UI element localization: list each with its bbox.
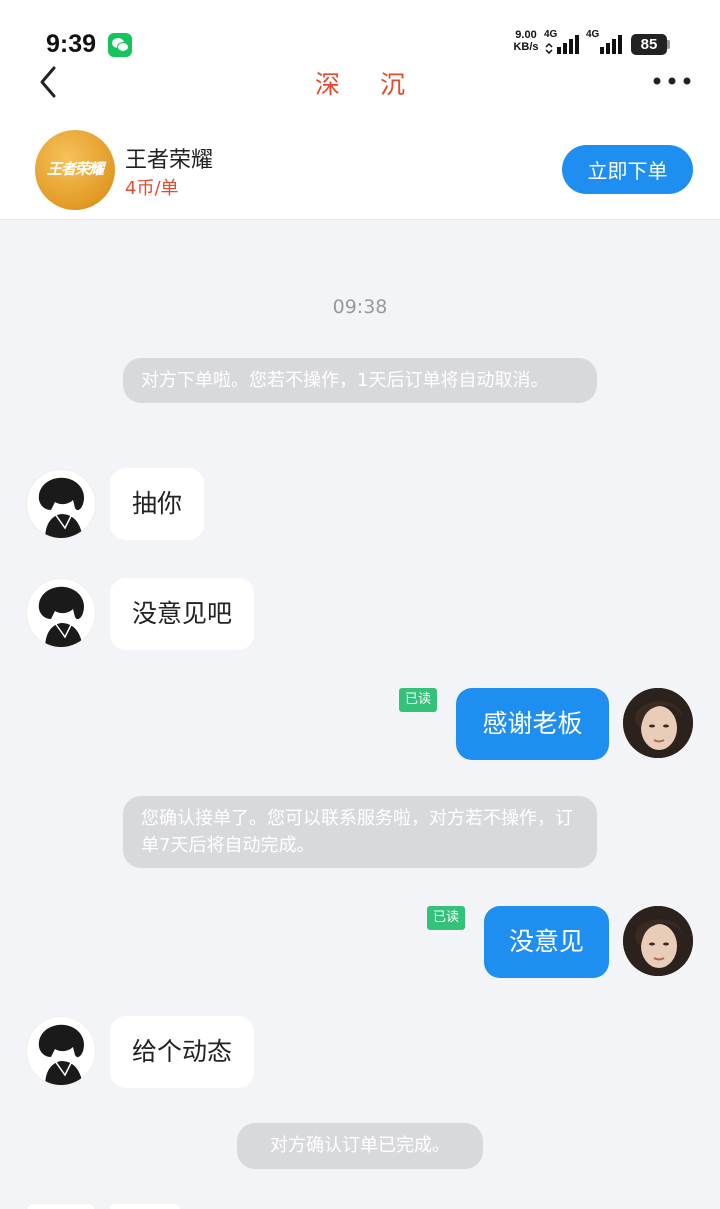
- avatar-other[interactable]: [26, 1016, 96, 1086]
- status-time: 9:39: [46, 30, 97, 58]
- network-speed-unit: KB/s: [513, 41, 539, 53]
- message-bubble-other[interactable]: 抽你: [110, 468, 205, 540]
- game-logo-text: 王者荣耀: [46, 160, 104, 178]
- avatar-self[interactable]: [623, 906, 693, 976]
- system-message-order-completed: 对方确认订单已完成。: [237, 1123, 483, 1169]
- avatar-other[interactable]: [26, 578, 96, 648]
- system-message-order-accepted: 您确认接单了。您可以联系服务啦，对方若不操作，订单7天后将自动完成。: [123, 796, 597, 868]
- read-receipt-badge: 已读: [427, 906, 466, 930]
- message-bubble-partial[interactable]: [110, 1204, 180, 1209]
- system-message-order-placed: 对方下单啦。您若不操作，1天后订单将自动取消。: [123, 358, 597, 403]
- avatar-portrait-icon: [38, 477, 85, 538]
- message-bubble-self[interactable]: 感谢老板: [456, 688, 609, 760]
- more-options-icon[interactable]: [652, 76, 692, 86]
- order-card: 王者荣耀 王者荣耀 4币/单 立即下单: [0, 120, 720, 220]
- avatar-other-partial[interactable]: [26, 1203, 96, 1209]
- battery-indicator: 85: [631, 34, 667, 55]
- chat-header: 深 沉: [0, 60, 720, 120]
- game-price: 4币/单: [125, 178, 179, 199]
- network-speed-value: 9.00: [515, 29, 537, 41]
- game-name: 王者荣耀: [125, 148, 214, 173]
- avatar-photo-icon: [623, 688, 693, 758]
- contact-name-title: 深 沉: [315, 70, 421, 99]
- avatar-photo-icon: [623, 906, 693, 976]
- avatar-portrait-icon: [38, 1024, 85, 1085]
- place-order-button[interactable]: 立即下单: [562, 145, 693, 194]
- status-bar: 9:39 9.00 KB/s 4G 4G 85: [0, 0, 720, 60]
- wechat-icon: [108, 33, 132, 57]
- avatar-self[interactable]: [623, 688, 693, 758]
- signal-bars-icon: [545, 35, 579, 54]
- message-bubble-other[interactable]: 没意见吧: [110, 578, 255, 650]
- game-logo: 王者荣耀: [35, 130, 115, 210]
- avatar-portrait-icon: [38, 586, 85, 647]
- avatar-other[interactable]: [26, 469, 96, 539]
- message-bubble-self[interactable]: 没意见: [484, 906, 609, 978]
- signal-bars-2-icon: [600, 35, 622, 54]
- read-receipt-badge: 已读: [399, 688, 438, 712]
- battery-tip: [667, 40, 670, 49]
- message-bubble-other[interactable]: 给个动态: [110, 1016, 255, 1088]
- message-timestamp: 09:38: [332, 296, 388, 318]
- network-speed: 9.00 KB/s: [511, 29, 541, 53]
